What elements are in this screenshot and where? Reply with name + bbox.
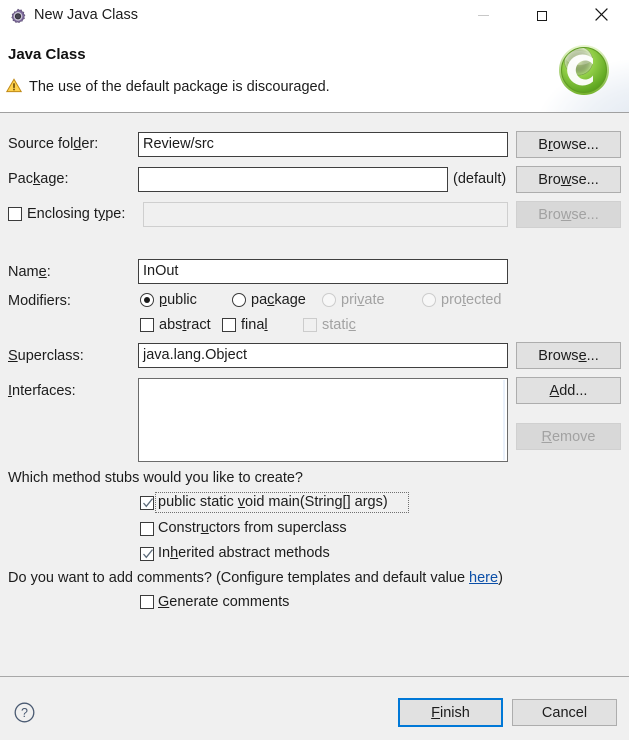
footer-separator (0, 676, 629, 677)
source-folder-browse-button[interactable]: Browse... (516, 131, 621, 158)
gear-icon (9, 8, 27, 26)
check-mark-icon (142, 547, 154, 561)
enclosing-type-label: Enclosing type: (27, 206, 126, 222)
modifier-checkbox-abstract[interactable] (140, 318, 154, 332)
enclosing-type-checkbox[interactable] (8, 207, 22, 221)
close-button[interactable] (578, 0, 624, 31)
modifier-checkbox-final[interactable] (222, 318, 236, 332)
close-icon (594, 7, 608, 24)
finish-button[interactable]: Finish (398, 698, 503, 727)
enclosing-type-input (143, 202, 508, 227)
stub-checkbox-inherited[interactable] (140, 547, 154, 561)
modifiers-label: Modifiers: (8, 293, 71, 309)
package-input[interactable] (138, 167, 448, 192)
modifier-radio-package[interactable] (232, 293, 246, 307)
generate-comments-checkbox[interactable] (140, 595, 154, 609)
warning-triangle-icon (5, 78, 23, 96)
modifier-label-final: final (241, 317, 268, 333)
svg-text:?: ? (21, 706, 28, 720)
package-browse-button[interactable]: Browse... (516, 166, 621, 193)
modifier-checkbox-static (303, 318, 317, 332)
modifier-label-abstract: abstract (159, 317, 211, 333)
interfaces-remove-button: Remove (516, 423, 621, 450)
interfaces-add-button[interactable]: Add... (516, 377, 621, 404)
configure-templates-link[interactable]: here (469, 570, 498, 586)
warning-text: The use of the default package is discou… (29, 79, 330, 95)
java-class-c-badge-icon (555, 41, 613, 99)
source-folder-input[interactable]: Review/src (138, 132, 508, 157)
new-java-class-dialog: New Java Class Java Class The use of the… (0, 0, 629, 740)
superclass-input[interactable]: java.lang.Object (138, 343, 508, 368)
window-title: New Java Class (34, 7, 138, 23)
modifier-radio-protected (422, 293, 436, 307)
stub-label-inherited: Inherited abstract methods (158, 545, 330, 561)
stub-label-constructors: Constructors from superclass (158, 520, 347, 536)
superclass-browse-button[interactable]: Browse... (516, 342, 621, 369)
package-label: Package: (8, 171, 69, 187)
minimize-button[interactable] (460, 0, 506, 31)
comments-question: Do you want to add comments? (Configure … (8, 570, 503, 586)
interfaces-list-scrollbar[interactable] (503, 380, 505, 460)
modifier-label-private: private (341, 292, 385, 308)
maximize-icon (537, 10, 547, 21)
method-stubs-question: Which method stubs would you like to cre… (8, 470, 303, 486)
help-question-icon[interactable]: ? (14, 702, 35, 723)
modifier-label-package: package (251, 292, 306, 308)
cancel-button[interactable]: Cancel (512, 699, 617, 726)
interfaces-label: Interfaces: (8, 383, 76, 399)
package-default-suffix: (default) (453, 171, 507, 187)
title-bar: New Java Class (0, 0, 629, 34)
name-input[interactable]: InOut (138, 259, 508, 284)
modifier-label-static: static (322, 317, 356, 333)
maximize-button[interactable] (519, 0, 565, 31)
stub-label-main: public static void main(String[] args) (158, 494, 388, 510)
check-mark-icon (142, 496, 154, 510)
modifier-label-protected: protected (441, 292, 502, 308)
generate-comments-label: Generate comments (158, 594, 290, 610)
enclosing-type-browse-button: Browse... (516, 201, 621, 228)
stub-checkbox-constructors[interactable] (140, 522, 154, 536)
modifier-label-public: public (159, 292, 197, 308)
page-title: Java Class (8, 46, 86, 63)
name-label: Name: (8, 264, 51, 280)
modifier-radio-private (322, 293, 336, 307)
header-separator (0, 112, 629, 113)
dialog-header: Java Class The use of the default packag… (0, 34, 629, 112)
superclass-label: Superclass: (8, 348, 84, 364)
minimize-icon (477, 15, 489, 16)
interfaces-list[interactable] (138, 378, 508, 462)
stub-checkbox-main[interactable] (140, 496, 154, 510)
modifier-radio-public[interactable] (140, 293, 154, 307)
warning-message: The use of the default package is discou… (5, 78, 330, 96)
source-folder-label: Source folder: (8, 136, 99, 152)
radio-dot (144, 297, 150, 303)
